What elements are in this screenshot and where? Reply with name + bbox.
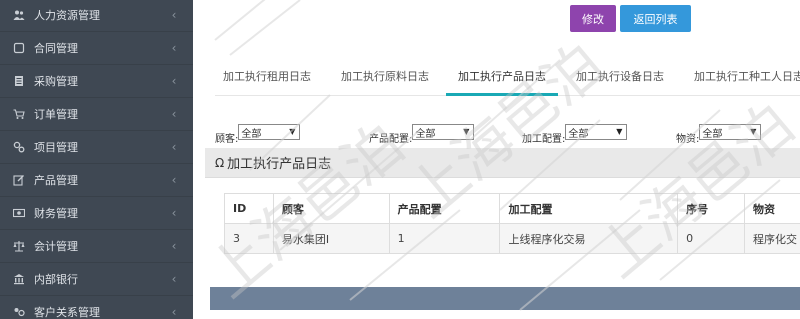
select-value: 全部 (568, 128, 589, 140)
select-value: 全部 (702, 128, 723, 140)
scale-icon (12, 240, 26, 252)
bank-icon (12, 273, 26, 285)
column-header[interactable]: 物资 (743, 193, 800, 224)
main-content: 修改 返回列表 加工执行租用日志 加工执行原料日志 加工执行产品日志 加工执行设… (193, 0, 800, 319)
sidebar-item-finance[interactable]: 财务管理 ‹ (0, 197, 193, 230)
tab-product-log[interactable]: 加工执行产品日志 (446, 62, 558, 96)
table-header-row: ID 顾客 产品配置 加工配置 序号 物资 (224, 193, 800, 224)
sidebar-item-label: 人力资源管理 (34, 9, 100, 22)
chevron-left-icon: ‹ (171, 107, 177, 121)
chevron-left-icon: ‹ (171, 272, 177, 286)
sidebar-item-bank[interactable]: 内部银行 ‹ (0, 263, 193, 296)
filter-customer: 顾客: 全部 ▼ (215, 124, 301, 146)
dropdown-arrow-icon: ▼ (289, 127, 296, 136)
sidebar: 人力资源管理 ‹ 合同管理 ‹ 采购管理 ‹ 订单管理 ‹ 项目管理 ‹ 产品管… (0, 0, 193, 319)
filter-product-config: 产品配置: 全部 ▼ (369, 124, 475, 146)
tab-rental-log[interactable]: 加工执行租用日志 (223, 62, 311, 96)
sidebar-item-product[interactable]: 产品管理 ‹ (0, 164, 193, 197)
filter-bar: 顾客: 全部 ▼ 产品配置: 全部 ▼ 加工配置: 全部 ▼ 物资: 全部 ▼ (193, 120, 800, 146)
users-icon (12, 9, 26, 21)
process-config-select[interactable]: 全部 ▼ (565, 124, 628, 140)
sidebar-item-label: 订单管理 (34, 108, 78, 121)
dropdown-arrow-icon: ▼ (750, 127, 757, 136)
sidebar-item-project[interactable]: 项目管理 ‹ (0, 131, 193, 164)
material-select[interactable]: 全部 ▼ (699, 124, 762, 140)
chevron-left-icon: ‹ (171, 305, 177, 319)
edit-button[interactable]: 修改 (570, 5, 616, 32)
table-cell: 3 (224, 223, 274, 254)
dropdown-arrow-icon: ▼ (616, 127, 623, 136)
filter-label: 加工配置: (522, 134, 566, 145)
tab-worker-log[interactable]: 加工执行工种工人日志 (694, 62, 800, 96)
sidebar-item-label: 会计管理 (34, 240, 78, 253)
chevron-left-icon: ‹ (171, 8, 177, 22)
purchase-icon (12, 75, 26, 87)
back-to-list-button[interactable]: 返回列表 (620, 5, 691, 32)
sidebar-item-label: 内部银行 (34, 273, 78, 286)
sidebar-item-label: 财务管理 (34, 207, 78, 220)
sidebar-item-label: 项目管理 (34, 141, 78, 154)
sidebar-item-contract[interactable]: 合同管理 ‹ (0, 32, 193, 65)
crm-icon (12, 306, 26, 318)
footer-bar (210, 287, 800, 310)
edit-icon (12, 174, 26, 186)
table-row[interactable]: 3 易水集团I 1 上线程序化交易 0 程序化交 (224, 223, 800, 254)
table-cell: 1 (388, 223, 501, 254)
filter-label: 物资: (676, 134, 700, 145)
sidebar-item-purchase[interactable]: 采购管理 ‹ (0, 65, 193, 98)
filter-label: 顾客: (215, 134, 239, 145)
sidebar-item-label: 客户关系管理 (34, 306, 100, 319)
column-header[interactable]: 序号 (677, 193, 745, 224)
table-cell: 0 (677, 223, 745, 254)
column-header[interactable]: ID (224, 193, 274, 224)
table-cell: 上线程序化交易 (499, 223, 679, 254)
chevron-left-icon: ‹ (171, 74, 177, 88)
panel-header: Ω 加工执行产品日志 (205, 148, 800, 178)
tab-equipment-log[interactable]: 加工执行设备日志 (576, 62, 664, 96)
sidebar-item-label: 产品管理 (34, 174, 78, 187)
sidebar-item-crm[interactable]: 客户关系管理 ‹ (0, 296, 193, 319)
product-config-select[interactable]: 全部 ▼ (412, 124, 475, 140)
table-cell: 易水集团I (272, 223, 390, 254)
log-table: ID 顾客 产品配置 加工配置 序号 物资 3 易水集团I 1 上线程序化交易 … (224, 193, 800, 254)
cart-icon (12, 108, 26, 120)
tab-material-log[interactable]: 加工执行原料日志 (341, 62, 429, 96)
customer-select[interactable]: 全部 ▼ (238, 124, 301, 140)
filter-material: 物资: 全部 ▼ (676, 124, 762, 146)
chevron-left-icon: ‹ (171, 173, 177, 187)
filter-process-config: 加工配置: 全部 ▼ (522, 124, 628, 146)
sidebar-item-label: 合同管理 (34, 42, 78, 55)
sidebar-item-accounting[interactable]: 会计管理 ‹ (0, 230, 193, 263)
select-value: 全部 (415, 128, 436, 140)
project-icon (12, 141, 26, 153)
column-header[interactable]: 加工配置 (499, 193, 679, 224)
column-header[interactable]: 产品配置 (388, 193, 501, 224)
tab-bar: 加工执行租用日志 加工执行原料日志 加工执行产品日志 加工执行设备日志 加工执行… (215, 62, 800, 96)
finance-icon (12, 207, 26, 219)
column-header[interactable]: 顾客 (272, 193, 390, 224)
chevron-left-icon: ‹ (171, 239, 177, 253)
chevron-left-icon: ‹ (171, 140, 177, 154)
chevron-left-icon: ‹ (171, 206, 177, 220)
contract-icon (12, 42, 26, 54)
sidebar-item-label: 采购管理 (34, 75, 78, 88)
sidebar-item-order[interactable]: 订单管理 ‹ (0, 98, 193, 131)
select-value: 全部 (241, 128, 262, 140)
sidebar-item-hr[interactable]: 人力资源管理 ‹ (0, 0, 193, 32)
filter-label: 产品配置: (369, 134, 413, 145)
dropdown-arrow-icon: ▼ (463, 127, 470, 136)
omega-icon: Ω (215, 155, 225, 170)
panel-title: 加工执行产品日志 (227, 157, 332, 172)
chevron-left-icon: ‹ (171, 41, 177, 55)
table-cell: 程序化交 (743, 223, 800, 254)
